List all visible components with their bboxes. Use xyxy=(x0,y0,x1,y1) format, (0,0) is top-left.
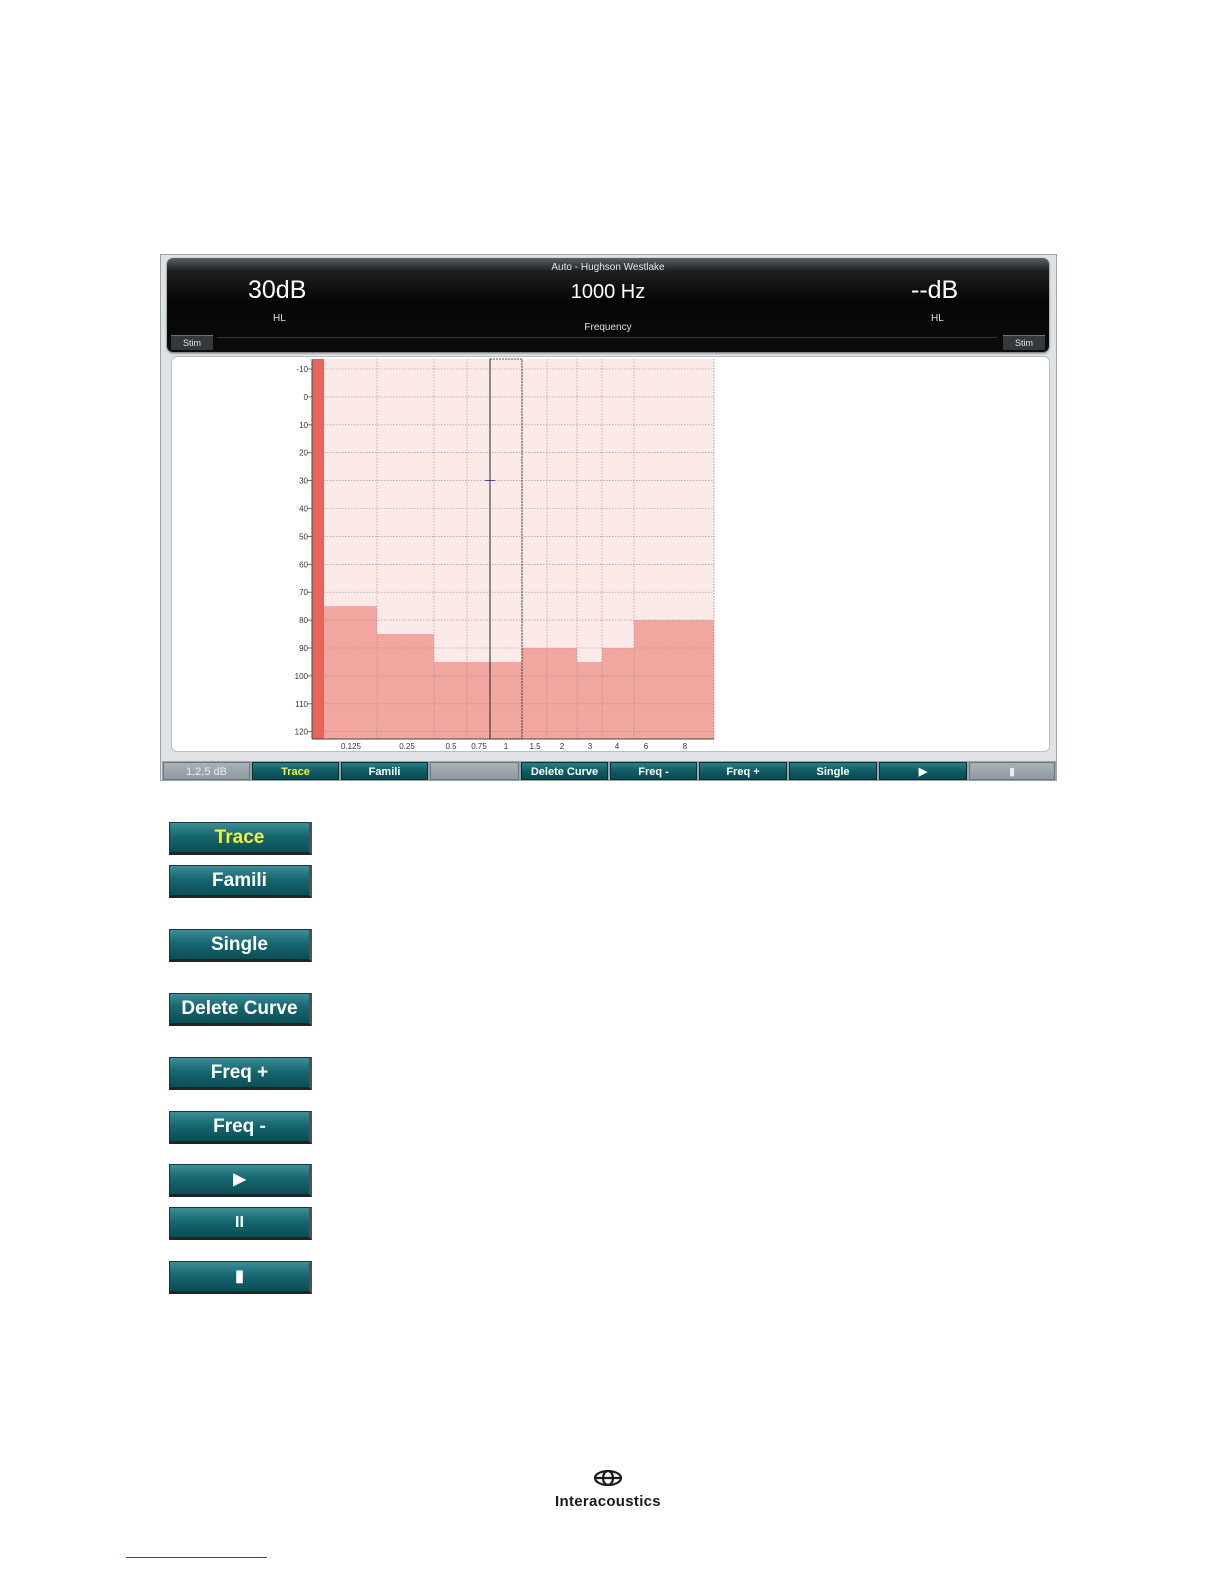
audiogram-chart[interactable]: -10 0 10 20 30 40 50 60 70 80 90 100 110 120 0.125 0.25… xyxy=(172,357,1049,751)
freq-minus-button[interactable]: Freq - xyxy=(169,1111,312,1144)
max-level-bar xyxy=(547,648,577,739)
x-tick-label: 0.75 xyxy=(471,742,487,751)
x-tick-label: 0.5 xyxy=(445,742,457,751)
freq-plus-key[interactable]: Freq + xyxy=(699,762,787,780)
famili-button[interactable]: Famili xyxy=(169,865,312,898)
y-tick-label: 30 xyxy=(299,477,308,486)
play-key[interactable]: ▶ xyxy=(879,762,967,780)
trace-key[interactable]: Trace xyxy=(252,762,339,780)
step-size-key[interactable]: 1,2,5 dB xyxy=(163,762,250,780)
freq-plus-button[interactable]: Freq + xyxy=(169,1057,312,1090)
x-tick-label: 0.125 xyxy=(341,742,362,751)
x-tick-label: 3 xyxy=(588,742,593,751)
y-tick-label: 120 xyxy=(295,728,309,737)
blank-key[interactable] xyxy=(430,762,519,780)
y-tick-label: 80 xyxy=(299,616,308,625)
max-level-bar xyxy=(634,620,714,739)
delete-curve-key[interactable]: Delete Curve xyxy=(521,762,608,780)
max-level-bar xyxy=(522,648,547,739)
left-limit-strip xyxy=(312,359,324,739)
single-key[interactable]: Single xyxy=(789,762,877,780)
x-tick-label: 6 xyxy=(644,742,649,751)
y-tick-label: 60 xyxy=(299,560,308,569)
brand-name: Interacoustics xyxy=(555,1493,661,1510)
protocol-title: Auto - Hughson Westlake xyxy=(551,262,665,273)
y-tick-label: -10 xyxy=(296,365,308,374)
max-level-bar xyxy=(467,661,490,739)
max-level-bar xyxy=(577,661,602,739)
header-divider xyxy=(217,337,997,338)
x-tick-label: 4 xyxy=(615,742,620,751)
x-tick-label: 0.25 xyxy=(399,742,415,751)
footer-link-line xyxy=(126,1557,267,1558)
single-button[interactable]: Single xyxy=(169,929,312,962)
y-tick-label: 10 xyxy=(299,421,308,430)
x-tick-label: 8 xyxy=(683,742,688,751)
pause-button[interactable]: II xyxy=(169,1207,312,1240)
frequency-label: Frequency xyxy=(584,322,632,333)
y-tick-label: 0 xyxy=(304,393,309,402)
brand-mark-icon xyxy=(593,1469,623,1487)
audiometer-screen: Auto - Hughson Westlake 30dB HL 1000 Hz … xyxy=(160,254,1057,781)
stop-button[interactable]: ▮ xyxy=(169,1261,312,1294)
brand-logo: Interacoustics xyxy=(538,1469,678,1510)
stim-right-tab[interactable]: Stim xyxy=(1003,335,1045,350)
y-tick-label: 70 xyxy=(299,588,308,597)
y-tick-label: 110 xyxy=(295,700,308,709)
right-level-readout: --dB xyxy=(911,276,959,304)
trace-button[interactable]: Trace xyxy=(169,822,312,855)
x-tick-label: 2 xyxy=(560,742,565,751)
x-tick-label: 1 xyxy=(504,742,509,751)
y-tick-label: 40 xyxy=(299,505,308,514)
famili-key[interactable]: Famili xyxy=(341,762,428,780)
y-tick-label: 90 xyxy=(299,644,308,653)
y-tick-label: 50 xyxy=(299,532,308,541)
freq-minus-key[interactable]: Freq - xyxy=(610,762,697,780)
stim-left-tab[interactable]: Stim xyxy=(171,335,213,350)
max-level-bar xyxy=(434,661,467,739)
x-tick-label: 1.5 xyxy=(529,742,541,751)
audiogram-panel: -10 0 10 20 30 40 50 60 70 80 90 100 110 120 0.125 0.25… xyxy=(171,356,1050,752)
function-key-bar: 1,2,5 dB Trace Famili Delete Curve Freq … xyxy=(162,761,1056,781)
stop-key[interactable]: ▮ xyxy=(969,762,1055,780)
max-level-bar xyxy=(490,661,522,739)
y-tick-label: 20 xyxy=(299,449,308,458)
y-tick-label: 100 xyxy=(295,672,309,681)
delete-curve-button[interactable]: Delete Curve xyxy=(169,993,312,1026)
play-button[interactable]: ▶ xyxy=(169,1164,312,1197)
max-level-bar xyxy=(602,648,634,739)
status-header: Auto - Hughson Westlake 30dB HL 1000 Hz … xyxy=(167,258,1049,352)
max-level-bar xyxy=(377,634,434,739)
right-unit-label: HL xyxy=(931,313,944,324)
